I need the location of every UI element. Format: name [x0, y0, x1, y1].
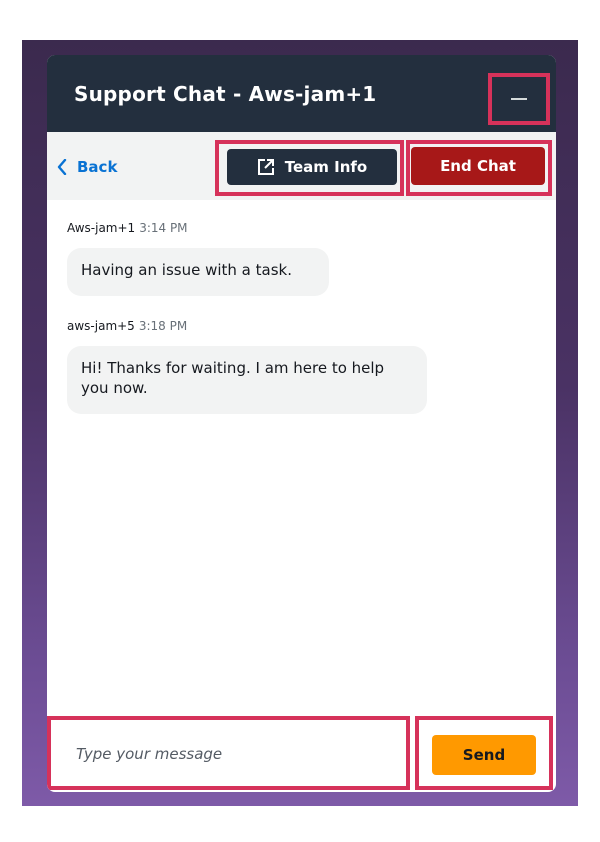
team-info-label: Team Info: [284, 158, 368, 176]
message-text: Hi! Thanks for waiting. I am here to hel…: [81, 359, 385, 397]
send-highlight: Send: [415, 716, 553, 790]
minimize-icon: [511, 98, 527, 100]
back-label: Back: [77, 158, 118, 176]
message-meta: Aws-jam+1 3:14 PM: [67, 221, 188, 235]
back-button[interactable]: Back: [57, 154, 117, 180]
send-button[interactable]: Send: [432, 735, 536, 775]
external-link-icon: [257, 159, 274, 175]
support-chat-window: Support Chat - Aws-jam+1 Back Team Info …: [47, 55, 556, 792]
chevron-left-icon: [57, 159, 67, 175]
message-input[interactable]: [74, 740, 378, 768]
chat-header: Support Chat - Aws-jam+1: [47, 55, 556, 132]
end-chat-label: End Chat: [440, 157, 516, 175]
message-bubble: Having an issue with a task.: [67, 248, 329, 296]
send-label: Send: [462, 746, 506, 764]
message-time: 3:14 PM: [139, 221, 188, 235]
message-input-container: [47, 716, 410, 790]
message-meta: aws-jam+5 3:18 PM: [67, 319, 187, 333]
chat-title: Support Chat - Aws-jam+1: [74, 82, 377, 106]
message-time: 3:18 PM: [138, 319, 188, 333]
message-bubble: Hi! Thanks for waiting. I am here to hel…: [67, 346, 427, 414]
message-text: Having an issue with a task.: [81, 261, 292, 279]
message-sender: Aws-jam+1: [67, 221, 136, 235]
message-sender: aws-jam+5: [67, 319, 135, 333]
minimize-button[interactable]: [488, 73, 550, 125]
end-chat-button[interactable]: End Chat: [411, 147, 545, 185]
team-info-button[interactable]: Team Info: [227, 149, 397, 185]
